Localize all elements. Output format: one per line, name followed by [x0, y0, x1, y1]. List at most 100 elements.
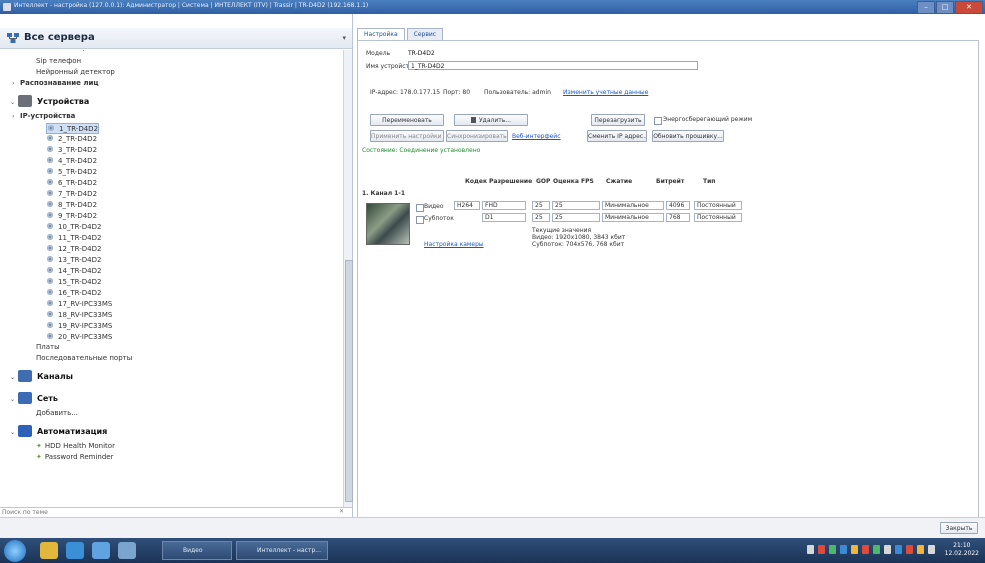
tree-category[interactable]: ⌄ Каналы	[10, 370, 73, 382]
tree-item[interactable]: Платы	[36, 343, 60, 351]
tree-scrollbar[interactable]	[343, 50, 353, 522]
rename-button[interactable]: Переименовать	[370, 114, 444, 126]
taskbar-task-intellect[interactable]: Интеллект - настр...	[236, 541, 328, 560]
tree-item-camera[interactable]: 19_RV-IPC33MS	[46, 321, 112, 330]
tab-settings[interactable]: Настройка	[357, 28, 405, 40]
tree-item-camera[interactable]: 8_TR-D4D2	[46, 200, 97, 209]
tree-category[interactable]: ⌄ Сеть	[10, 392, 58, 404]
device-name-field[interactable]: 1_TR-D4D2	[408, 61, 698, 70]
expand-icon[interactable]: ⌄	[10, 374, 18, 381]
tree-item-camera[interactable]: 5_TR-D4D2	[46, 167, 97, 176]
expand-icon[interactable]: ›	[12, 80, 20, 87]
tray-icon[interactable]	[906, 545, 913, 554]
tree-item-camera[interactable]: 11_TR-D4D2	[46, 233, 101, 242]
tree-item-module[interactable]: ✦ HDD Health Monitor	[36, 442, 115, 450]
bitrate-stepper[interactable]: 4096	[666, 201, 690, 210]
type-select[interactable]: Постоянный	[694, 201, 742, 210]
tab-service[interactable]: Сервис	[406, 28, 444, 40]
gop-stepper[interactable]: 25	[532, 201, 550, 210]
tree-item[interactable]: Последовательные порты	[36, 354, 132, 362]
maximize-button[interactable]: □	[936, 1, 954, 14]
tray-icon[interactable]	[884, 545, 891, 554]
video-stream-checkbox[interactable]	[416, 204, 424, 212]
volume-icon[interactable]	[928, 545, 935, 554]
tray-icon[interactable]	[818, 545, 825, 554]
gop-stepper[interactable]: 25	[532, 213, 550, 222]
tray-icon[interactable]	[917, 545, 924, 554]
chevron-down-icon[interactable]: ▾	[342, 34, 346, 42]
tray-icon[interactable]	[851, 545, 858, 554]
close-window-button[interactable]: ✕	[955, 1, 983, 14]
type-select[interactable]: Постоянный	[694, 213, 742, 222]
sync-time-button[interactable]: Синхронизировать время	[446, 130, 508, 142]
change-credentials-link[interactable]: Изменить учетные данные	[563, 89, 648, 96]
tree-item-camera[interactable]: 1_TR-D4D2	[46, 123, 100, 134]
clock[interactable]: 21:10 12.02.2022	[945, 542, 979, 558]
tree-item[interactable]: › Распознавание лиц	[12, 79, 99, 87]
reboot-button[interactable]: Перезагрузить	[591, 114, 645, 126]
expand-icon[interactable]: ›	[12, 113, 20, 120]
fps-stepper[interactable]: 25	[552, 201, 600, 210]
tree-item-camera[interactable]: 2_TR-D4D2	[46, 134, 97, 143]
expand-icon[interactable]: ⌄	[10, 396, 18, 403]
tree-item[interactable]: Добавить...	[36, 409, 78, 417]
tray-icon[interactable]	[873, 545, 880, 554]
tree-item-camera[interactable]: 9_TR-D4D2	[46, 211, 97, 220]
tree-item-camera[interactable]: 17_RV-IPC33MS	[46, 299, 112, 308]
start-button[interactable]	[4, 540, 26, 562]
change-ip-button[interactable]: Сменить IP адрес...	[587, 130, 647, 142]
apply-defaults-button[interactable]: Применить настройки по умолчанию	[370, 130, 444, 142]
compression-select[interactable]: Минимальное	[602, 213, 664, 222]
upgrade-firmware-button[interactable]: Обновить прошивку...	[652, 130, 724, 142]
tree-item-camera[interactable]: 12_TR-D4D2	[46, 244, 101, 253]
expand-icon[interactable]: ⌄	[10, 99, 18, 106]
folder-icon[interactable]	[40, 542, 58, 559]
tree-category[interactable]: ⌄ Автоматизация	[10, 425, 107, 437]
codec-select[interactable]: H264	[454, 201, 480, 210]
tree-item-camera[interactable]: 18_RV-IPC33MS	[46, 310, 112, 319]
tree-item[interactable]: Sip телефон	[36, 57, 81, 65]
scrollbar-thumb[interactable]	[345, 260, 353, 502]
network-icon[interactable]	[92, 542, 110, 559]
search-input[interactable]	[2, 508, 332, 517]
tray-icon[interactable]	[862, 545, 869, 554]
expand-icon[interactable]: ⌄	[10, 429, 18, 436]
clear-search-icon[interactable]: ✕	[339, 508, 344, 515]
substream-checkbox[interactable]	[416, 216, 424, 224]
resolution-select[interactable]: FHD	[482, 201, 526, 210]
web-interface-link[interactable]: Веб-интерфейс	[512, 133, 561, 140]
energy-saving-checkbox[interactable]	[654, 117, 662, 125]
tree-item-camera[interactable]: 6_TR-D4D2	[46, 178, 97, 187]
compression-select[interactable]: Минимальное	[602, 201, 664, 210]
tray-icon[interactable]	[840, 545, 847, 554]
tray-icon[interactable]	[895, 545, 902, 554]
taskbar-task-video[interactable]: Видео	[162, 541, 232, 560]
close-button[interactable]: Закрыть	[940, 522, 978, 534]
fps-stepper[interactable]: 25	[552, 213, 600, 222]
tree-category[interactable]: ⌄ Устройства	[10, 95, 89, 107]
bitrate-stepper[interactable]: 768	[666, 213, 690, 222]
tree-item-camera[interactable]: 15_TR-D4D2	[46, 277, 101, 286]
browser-icon[interactable]	[66, 542, 84, 559]
resolution-select[interactable]: D1	[482, 213, 526, 222]
servers-header[interactable]: Все сервера ▾	[0, 28, 352, 49]
tree-item-camera[interactable]: 3_TR-D4D2	[46, 145, 97, 154]
minimize-button[interactable]: –	[917, 1, 935, 14]
tree-item[interactable]: Автоматизация	[36, 50, 93, 52]
tray-icon[interactable]	[807, 545, 814, 554]
tree-item-camera[interactable]: 16_TR-D4D2	[46, 288, 101, 297]
tree-item[interactable]: › IP-устройства	[12, 112, 75, 120]
tree-item-module[interactable]: ✦ Password Reminder	[36, 453, 113, 461]
tree-item-camera[interactable]: 20_RV-IPC33MS	[46, 332, 112, 341]
tree-item-camera[interactable]: 7_TR-D4D2	[46, 189, 97, 198]
camera-settings-link[interactable]: Настройка камеры	[424, 241, 484, 248]
tree-item[interactable]: Нейронный детектор	[36, 68, 115, 76]
bitrate-info: Текущие значения Видео: 1920x1080, 3843 …	[532, 227, 625, 248]
tray-icon[interactable]	[829, 545, 836, 554]
tree-item-camera[interactable]: 14_TR-D4D2	[46, 266, 101, 275]
app-icon[interactable]	[118, 542, 136, 559]
delete-button[interactable]: Удалить...	[454, 114, 528, 126]
tree-item-camera[interactable]: 4_TR-D4D2	[46, 156, 97, 165]
tree-item-camera[interactable]: 10_TR-D4D2	[46, 222, 101, 231]
tree-item-camera[interactable]: 13_TR-D4D2	[46, 255, 101, 264]
